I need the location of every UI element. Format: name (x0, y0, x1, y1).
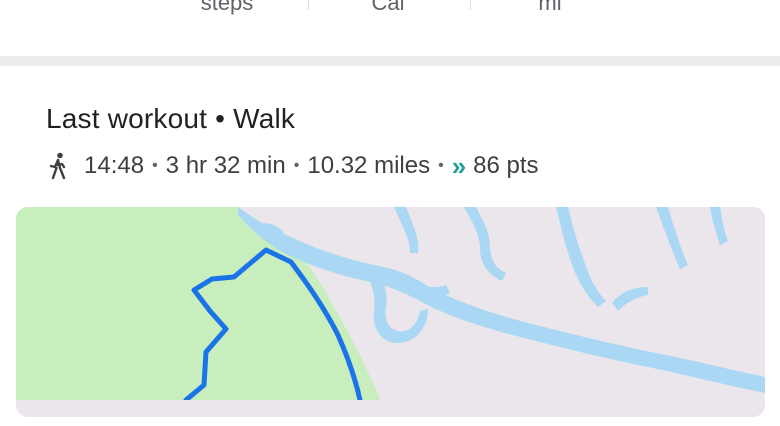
distance-unit-label: mi (538, 0, 562, 15)
workout-duration: 3 hr 32 min (165, 152, 286, 179)
steps-unit-label: steps (200, 0, 254, 15)
separator-dot: • (293, 157, 300, 174)
daily-summary-card[interactable]: steps Cal mi (0, 0, 780, 56)
heart-points-icon: » (451, 150, 467, 181)
workout-start-time: 14:48 (84, 152, 145, 179)
separator-dot: • (438, 157, 444, 174)
workout-route-map[interactable] (16, 207, 765, 417)
workout-summary-row: 14:48 • 3 hr 32 min • 10.32 miles • » 86… (46, 150, 539, 182)
calories-unit-label: Cal (371, 0, 405, 15)
workout-distance: 10.32 miles (307, 152, 431, 179)
stat-divider (470, 0, 471, 10)
separator-dot: • (152, 157, 158, 174)
walk-icon (46, 152, 70, 180)
map-canvas (16, 207, 765, 400)
workout-title: Last workout • Walk (46, 103, 296, 134)
stat-divider (308, 0, 309, 10)
workout-points: 86 pts (473, 152, 539, 179)
